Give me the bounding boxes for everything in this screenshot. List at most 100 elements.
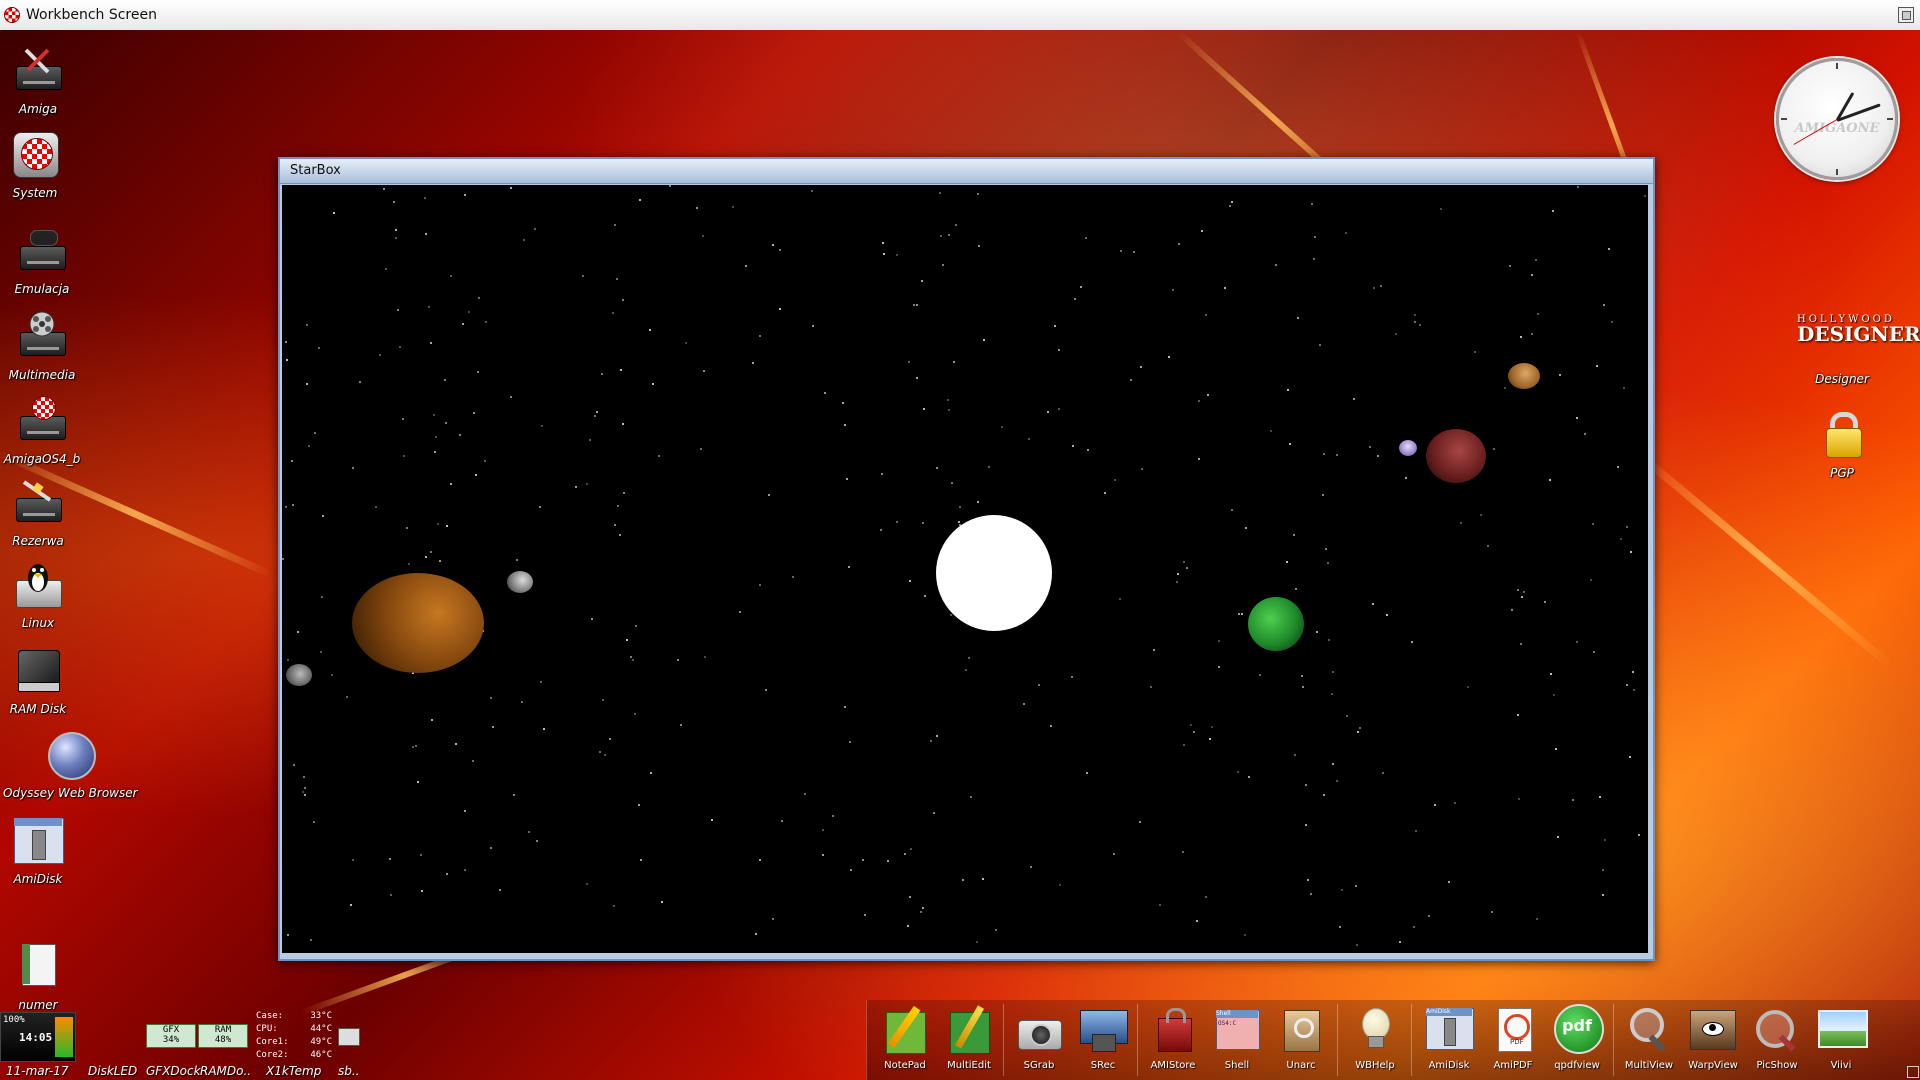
screen-recorder-icon — [1078, 1004, 1128, 1054]
dock-item-unarc[interactable]: Unarc — [1271, 1004, 1331, 1071]
star — [1552, 210, 1554, 212]
dock-item-viivi[interactable]: Viivi — [1811, 1004, 1871, 1071]
star — [1411, 641, 1413, 643]
dock-item-amipdf[interactable]: PDF AmiPDF — [1483, 1004, 1543, 1071]
desktop-icon-label: Odyssey Web Browser — [3, 786, 138, 800]
star — [977, 193, 979, 195]
starbox-window[interactable]: StarBox — [278, 157, 1655, 961]
screen-title-bar[interactable]: Workbench Screen — [0, 0, 1920, 31]
star — [539, 506, 541, 508]
star — [922, 907, 924, 909]
star — [1072, 445, 1074, 447]
amidisk-mini-title: AmiDisk — [1426, 1008, 1472, 1016]
desktop-icon-multimedia[interactable]: Multimedia — [0, 311, 87, 382]
star — [1205, 896, 1207, 898]
printer-icon[interactable] — [338, 1028, 360, 1046]
battery-clock-widget[interactable]: 100% 14:05 — [0, 1012, 76, 1062]
star — [1336, 454, 1338, 456]
star — [626, 639, 628, 641]
star — [1120, 250, 1122, 252]
star — [1319, 344, 1321, 346]
temperature-panel[interactable]: Case: 33°C CPU: 44°C Core1: 49°C Core2: … — [256, 1010, 332, 1062]
desktop-icon-odyssey[interactable]: Odyssey Web Browser — [3, 730, 138, 800]
star — [1369, 446, 1371, 448]
dock-item-label: MultiView — [1624, 1060, 1674, 1071]
star — [1373, 287, 1375, 289]
clock-brand: AMIGAONE — [1794, 121, 1880, 136]
star — [939, 192, 941, 194]
star — [940, 235, 942, 237]
star — [541, 425, 543, 427]
star — [933, 812, 935, 814]
dock-item-multiview[interactable]: MultiView — [1619, 1004, 1679, 1071]
dock-item-qpdfview[interactable]: pdf qpdfview — [1547, 1004, 1607, 1071]
star — [1071, 676, 1073, 678]
dock-resize-handle[interactable] — [1907, 1066, 1919, 1078]
window-title-bar[interactable]: StarBox — [280, 159, 1653, 184]
dock-item-multiedit[interactable]: MultiEdit — [939, 1004, 999, 1071]
star — [947, 399, 949, 401]
dock-item-picshow[interactable]: PicShow — [1747, 1004, 1807, 1071]
star — [1602, 869, 1604, 871]
desktop-icon-pgp[interactable]: PGP — [1797, 410, 1887, 480]
dock-item-warpview[interactable]: WarpView — [1683, 1004, 1743, 1071]
screen-depth-gadget-icon[interactable] — [1898, 7, 1914, 23]
star — [385, 268, 387, 270]
dock-item-sgrab[interactable]: SGrab — [1009, 1004, 1069, 1071]
desktop-icon-emulacja[interactable]: Emulacja — [0, 226, 87, 296]
star — [907, 925, 909, 927]
star — [1331, 693, 1333, 695]
star — [658, 455, 660, 457]
starbox-space-view[interactable] — [282, 185, 1648, 953]
star — [306, 324, 308, 326]
star — [308, 445, 310, 447]
desktop-icon-amigaos4[interactable]: AmigaOS4_b — [0, 396, 87, 466]
desktop-icon-rezerwa[interactable]: Rezerwa — [0, 478, 83, 548]
amidisk-icon: AmiDisk — [1424, 1004, 1474, 1054]
star — [609, 738, 611, 740]
desktop-icon-amidisk[interactable]: AmiDisk — [0, 816, 83, 886]
star — [908, 361, 910, 363]
desktop-icon-system[interactable]: System — [0, 130, 80, 200]
star — [848, 566, 850, 568]
star — [425, 233, 427, 235]
desktop-icon-designer[interactable]: HOLLYWOOD DESIGNER Designer — [1797, 298, 1920, 386]
dock-item-amidisk[interactable]: AmiDisk AmiDisk — [1419, 1004, 1479, 1071]
star — [484, 460, 486, 462]
star — [1193, 731, 1195, 733]
star — [739, 611, 741, 613]
image-viewer-icon — [1816, 1004, 1868, 1054]
star — [1572, 799, 1574, 801]
star — [1190, 724, 1192, 726]
dock-item-notepad[interactable]: NotePad — [875, 1004, 935, 1071]
dock-item-amistore[interactable]: AMIStore — [1143, 1004, 1203, 1071]
star — [1553, 694, 1555, 696]
desktop-icon-label: Emulacja — [14, 282, 70, 296]
dock-item-label: AmiPDF — [1493, 1060, 1533, 1071]
star — [352, 467, 354, 469]
star — [450, 275, 452, 277]
dock-item-wbhelp[interactable]: WBHelp — [1345, 1004, 1405, 1071]
star — [846, 478, 848, 480]
desktop-icon-linux[interactable]: Linux — [0, 560, 83, 630]
dock-item-shell[interactable]: Shell OS4:C Shell — [1207, 1004, 1267, 1071]
star — [669, 185, 671, 187]
ram-meter[interactable]: RAM 48% — [198, 1024, 248, 1048]
star — [1058, 408, 1060, 410]
star — [1130, 379, 1132, 381]
gfx-meter[interactable]: GFX 34% — [146, 1024, 196, 1048]
star — [1211, 726, 1213, 728]
star — [862, 859, 864, 861]
analog-clock[interactable]: AMIGAONE — [1776, 58, 1898, 180]
desktop-icon-numer[interactable]: numer — [0, 942, 83, 1012]
star — [439, 560, 441, 562]
dock-item-srec[interactable]: SRec — [1073, 1004, 1133, 1071]
desktop-icon-amiga[interactable]: Amiga — [0, 46, 83, 116]
ram-disk-icon — [12, 646, 64, 698]
star — [930, 740, 932, 742]
star — [1198, 458, 1200, 460]
star — [602, 699, 604, 701]
star — [1355, 885, 1357, 887]
desktop-icon-ramdisk[interactable]: RAM Disk — [0, 646, 83, 716]
star — [883, 253, 885, 255]
